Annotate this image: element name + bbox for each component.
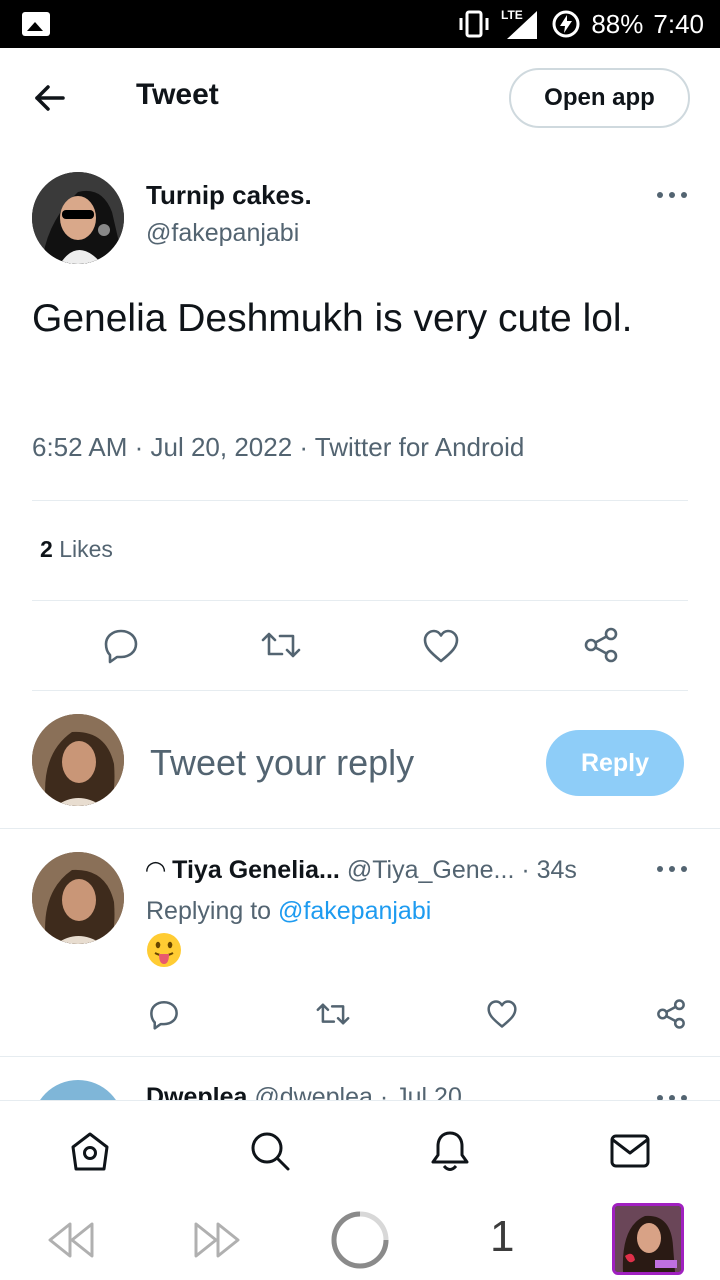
reply-icon[interactable] xyxy=(102,626,140,664)
likes-label: Likes xyxy=(59,536,113,562)
reply-author-handle[interactable]: @Tiya_Gene... xyxy=(347,856,515,884)
like-heart-icon[interactable] xyxy=(422,628,460,664)
reply-time: · 34s xyxy=(521,856,577,884)
next-reply-name[interactable]: Dweplea xyxy=(146,1083,247,1100)
divider xyxy=(32,600,688,601)
svg-text:LTE: LTE xyxy=(501,8,523,22)
next-reply-handle[interactable]: @dweplea xyxy=(254,1083,373,1100)
current-user-avatar xyxy=(32,714,124,806)
loading-spinner-icon[interactable] xyxy=(330,1210,390,1270)
divider xyxy=(32,500,688,501)
lte-signal-icon: LTE xyxy=(501,8,538,39)
next-reply-clip: Dweplea @dweplea · Jul 20 xyxy=(0,1070,720,1100)
likes-count[interactable]: 2 Likes xyxy=(40,536,113,563)
tweet-reply-input[interactable]: Tweet your reply xyxy=(150,742,414,784)
author-avatar[interactable] xyxy=(32,172,124,264)
like-heart-icon[interactable] xyxy=(486,999,518,1029)
reply-icon[interactable] xyxy=(148,998,180,1030)
notifications-bell-icon[interactable] xyxy=(428,1129,472,1173)
reply-button[interactable]: Reply xyxy=(546,730,684,796)
bottom-nav xyxy=(0,1100,720,1190)
more-options-icon[interactable] xyxy=(657,192,687,200)
share-icon[interactable] xyxy=(582,626,620,664)
more-options-icon[interactable] xyxy=(657,866,687,874)
retweet-icon[interactable] xyxy=(315,998,351,1030)
next-reply-time: · Jul 20 xyxy=(379,1083,462,1100)
tab-thumbnail[interactable] xyxy=(612,1203,684,1275)
likes-number: 2 xyxy=(40,536,53,562)
reply-author-avatar[interactable] xyxy=(32,852,124,944)
tab-count[interactable]: 1 xyxy=(490,1212,514,1262)
back-arrow-icon[interactable] xyxy=(30,78,70,118)
home-icon[interactable] xyxy=(68,1129,112,1173)
battery-saver-icon xyxy=(552,10,580,38)
divider xyxy=(0,828,720,829)
tongue-out-emoji-icon xyxy=(147,933,181,967)
author-name[interactable]: Turnip cakes. xyxy=(146,180,312,211)
divider xyxy=(32,690,688,691)
fast-forward-icon[interactable] xyxy=(190,1220,242,1260)
gallery-notification-icon xyxy=(22,12,50,36)
replying-prefix: Replying to xyxy=(146,897,272,925)
page-title: Tweet xyxy=(136,78,219,111)
status-bar: LTE 88% 7:40 xyxy=(0,0,720,48)
share-icon[interactable] xyxy=(655,998,687,1030)
reply-author-name[interactable]: ◠ Tiya Genelia... xyxy=(146,856,340,884)
clock: 7:40 xyxy=(653,8,704,39)
tweet-meta: 6:52 AM · Jul 20, 2022 · Twitter for And… xyxy=(32,432,525,462)
battery-percent: 88% xyxy=(591,8,644,39)
author-handle[interactable]: @fakepanjabi xyxy=(146,219,299,248)
search-icon[interactable] xyxy=(248,1129,292,1173)
rewind-icon[interactable] xyxy=(46,1220,98,1260)
vibrate-icon xyxy=(459,10,489,38)
status-right: LTE 88% 7:40 xyxy=(457,0,704,48)
reply-header: ◠ Tiya Genelia... @Tiya_Gene... · 34s xyxy=(146,855,577,885)
divider xyxy=(0,1056,720,1057)
replying-to-link[interactable]: @fakepanjabi xyxy=(278,897,431,925)
top-header: Tweet Open app xyxy=(0,48,720,148)
retweet-icon[interactable] xyxy=(260,626,302,664)
tweet-text: Genelia Deshmukh is very cute lol. xyxy=(32,297,633,340)
messages-envelope-icon[interactable] xyxy=(608,1129,652,1173)
replying-to-line: Replying to @fakepanjabi xyxy=(146,897,431,926)
open-app-button[interactable]: Open app xyxy=(509,68,690,128)
next-reply-avatar[interactable] xyxy=(32,1080,124,1100)
next-reply-header: Dweplea @dweplea · Jul 20 xyxy=(146,1083,462,1100)
